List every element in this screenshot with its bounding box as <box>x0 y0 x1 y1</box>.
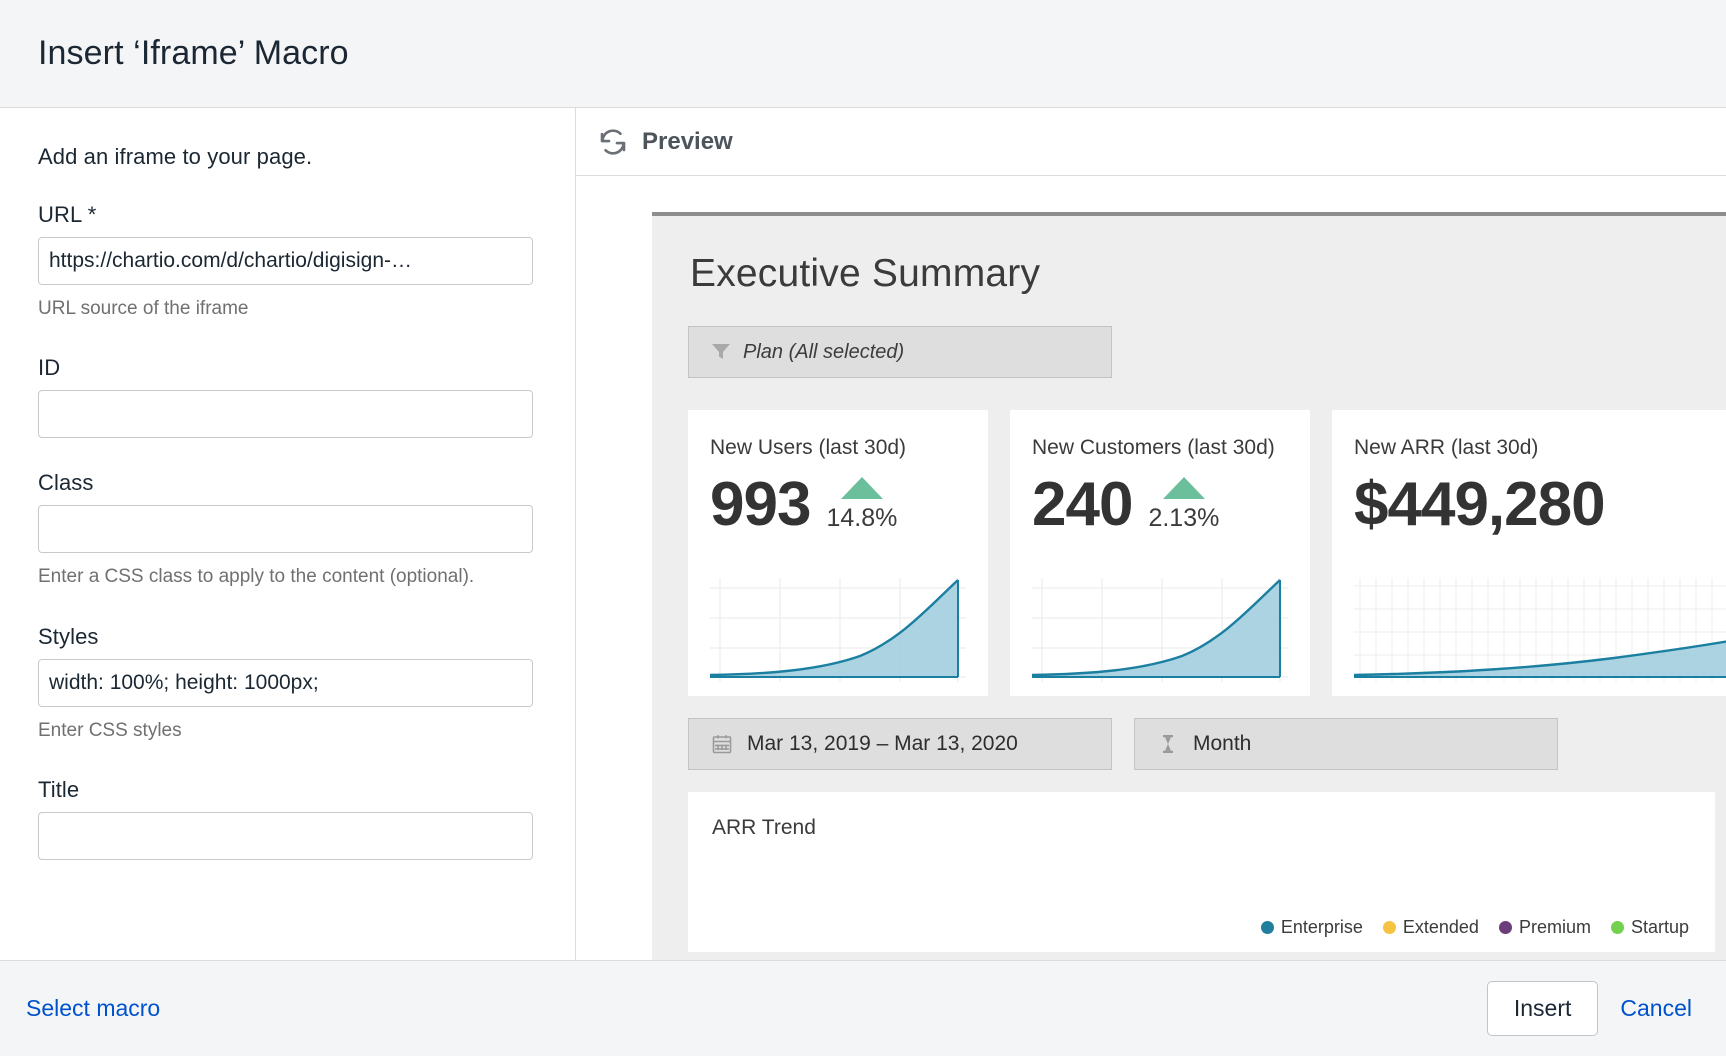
legend-label: Premium <box>1518 917 1591 937</box>
field-class: Class Enter a CSS class to apply to the … <box>38 470 535 591</box>
field-styles-label: Styles <box>38 623 99 649</box>
insert-macro-dialog: Insert ‘Iframe’ Macro Add an iframe to y… <box>0 0 1726 1056</box>
sparkline-chart <box>1032 578 1288 682</box>
legend-label: Startup <box>1630 917 1689 937</box>
field-url-help: URL source of the iframe <box>38 298 249 319</box>
arr-trend-title: ARR Trend <box>712 816 816 839</box>
legend-dot-enterprise <box>1260 921 1274 934</box>
hourglass-icon <box>1157 733 1179 755</box>
dashboard-title: Executive Summary <box>690 252 1041 295</box>
field-url-label: URL * <box>38 202 97 227</box>
kpi-row: New Users (last 30d) 993 14.8% New Custo… <box>688 410 1726 696</box>
kpi-title: New ARR (last 30d) <box>1354 436 1539 459</box>
title-input[interactable] <box>38 812 533 861</box>
legend-item[interactable]: Enterprise <box>1260 917 1363 938</box>
styles-input[interactable] <box>38 658 533 707</box>
chart-legend: Enterprise Extended Premium Startup <box>1260 917 1689 938</box>
legend-item[interactable]: Premium <box>1498 917 1591 938</box>
kpi-card-new-arr: New ARR (last 30d) $449,280 <box>1332 410 1726 696</box>
dialog-footer: Select macro Insert Cancel <box>0 960 1726 1056</box>
kpi-card-new-users: New Users (last 30d) 993 14.8% <box>688 410 988 696</box>
selector-row: Mar 13, 2019 – Mar 13, 2020 Month <box>688 718 1726 770</box>
select-macro-button[interactable]: Select macro <box>22 989 164 1028</box>
arr-trend-card: ARR Trend Enterprise Extended Premium St… <box>688 792 1715 952</box>
field-styles: Styles Enter CSS styles <box>38 624 535 745</box>
legend-dot-extended <box>1382 921 1396 934</box>
legend-item[interactable]: Startup <box>1610 917 1689 938</box>
field-url: URL * URL source of the iframe <box>38 202 535 323</box>
date-range-selector[interactable]: Mar 13, 2019 – Mar 13, 2020 <box>688 718 1112 770</box>
kpi-delta: 2.13% <box>1148 503 1220 532</box>
cancel-button[interactable]: Cancel <box>1616 989 1696 1028</box>
embedded-dashboard: Executive Summary Plan (All selected) Ne… <box>652 212 1726 960</box>
kpi-delta: 14.8% <box>826 503 898 532</box>
macro-form-panel: Add an iframe to your page. URL * URL so… <box>0 108 576 960</box>
legend-label: Extended <box>1402 917 1479 937</box>
trend-up-icon <box>1162 476 1205 499</box>
preview-header: Preview <box>576 108 1726 176</box>
kpi-title: New Customers (last 30d) <box>1032 436 1275 459</box>
kpi-value: 993 <box>710 470 811 539</box>
date-range-label: Mar 13, 2019 – Mar 13, 2020 <box>747 732 1018 755</box>
preview-viewport: Executive Summary Plan (All selected) Ne… <box>576 176 1726 960</box>
url-input[interactable] <box>38 237 533 285</box>
dialog-header: Insert ‘Iframe’ Macro <box>0 0 1726 108</box>
class-input[interactable] <box>38 505 533 554</box>
calendar-icon <box>711 733 733 755</box>
legend-dot-premium <box>1498 921 1512 934</box>
granularity-selector[interactable]: Month <box>1134 718 1558 770</box>
field-title-label: Title <box>38 777 80 803</box>
field-title: Title <box>38 777 535 861</box>
insert-button[interactable]: Insert <box>1486 981 1599 1036</box>
kpi-title: New Users (last 30d) <box>710 436 907 459</box>
field-class-help: Enter a CSS class to apply to the conten… <box>38 566 475 588</box>
legend-item[interactable]: Extended <box>1382 917 1479 938</box>
plan-filter-label: Plan (All selected) <box>743 340 905 363</box>
refresh-icon[interactable] <box>598 127 628 157</box>
legend-label: Enterprise <box>1280 917 1363 937</box>
dialog-body: Add an iframe to your page. URL * URL so… <box>0 108 1726 960</box>
kpi-value: $449,280 <box>1354 470 1606 539</box>
kpi-value: 240 <box>1032 470 1133 539</box>
form-intro-text: Add an iframe to your page. <box>38 144 313 169</box>
funnel-icon <box>711 342 731 362</box>
legend-dot-startup <box>1610 921 1624 934</box>
preview-panel: Preview Executive Summary Plan (All sele… <box>576 108 1726 960</box>
field-id: ID <box>38 355 535 439</box>
granularity-label: Month <box>1193 732 1252 755</box>
plan-filter[interactable]: Plan (All selected) <box>688 326 1112 378</box>
sparkline-chart <box>1354 578 1726 682</box>
field-class-label: Class <box>38 470 94 496</box>
kpi-card-new-customers: New Customers (last 30d) 240 2.13% <box>1010 410 1310 696</box>
sparkline-chart <box>710 578 966 682</box>
field-id-label: ID <box>38 355 61 381</box>
preview-label: Preview <box>642 127 733 155</box>
dialog-title: Insert ‘Iframe’ Macro <box>38 34 349 72</box>
field-styles-help: Enter CSS styles <box>38 719 182 741</box>
trend-up-icon <box>840 476 883 499</box>
id-input[interactable] <box>38 390 533 439</box>
